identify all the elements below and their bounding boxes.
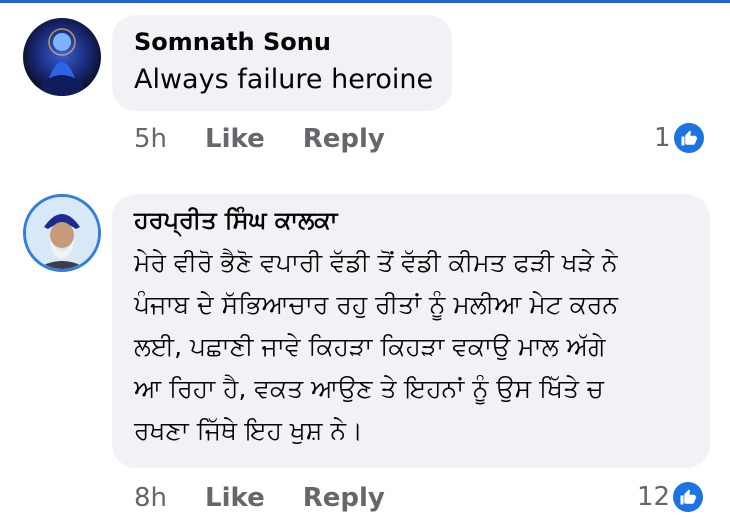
comment-author[interactable]: ਹਰਪ੍ਰੀਤ ਸਿੰਘ ਕਾਲਕਾ [134,206,338,234]
reply-button[interactable]: Reply [303,483,385,513]
comment-actions: 5h Like Reply [134,124,423,154]
like-icon [673,123,704,153]
comment-text-line: ਰਖਣਾ ਜਿੱਥੇ ਇਹ ਖੁਸ਼ ਨੇ। [134,416,363,445]
comment-text-line: ਪੰਜਾਬ ਦੇ ਸੱਭਿਆਚਾਰ ਰਹੁ ਰੀਤਾਂ ਨੂੰ ਮਲੀਆ ਮੇਟ… [134,290,618,319]
like-button[interactable]: Like [205,483,265,513]
comment-text-line: ਲਈ, ਪਛਾਣੀ ਜਾਵੇ ਕਿਹੜਾ ਕਿਹੜਾ ਵਕਾਉ ਮਾਲ ਅੱਗੇ [134,332,606,361]
comment-actions: 8h Like Reply [134,483,423,513]
reaction-count: 12 [637,482,671,512]
avatar[interactable] [23,194,101,272]
avatar-image [23,18,101,96]
avatar[interactable] [23,18,101,96]
comment-text: Always failure heroine [134,64,434,95]
comment-text-line: ਮੇਰੇ ਵੀਰੋ ਭੈਣੋ ਵਪਾਰੀ ਵੱਡੀ ਤੋਂ ਵੱਡੀ ਕੀਮਤ … [134,248,618,277]
like-icon [673,482,704,512]
reaction-summary[interactable]: 12 [637,482,704,512]
avatar-image [26,197,98,269]
comment-text-line: ਆ ਰਿਹਾ ਹੈ, ਵਕਤ ਆਉਣ ਤੇ ਇਹਨਾਂ ਨੂੰ ਉਸ ਖਿੱਤੇ… [134,374,604,403]
comment-timestamp[interactable]: 8h [134,483,167,513]
comment-author[interactable]: Somnath Sonu [134,28,331,56]
comment-timestamp[interactable]: 5h [134,124,167,154]
reaction-count: 1 [654,123,671,153]
top-divider [0,0,730,3]
reaction-summary[interactable]: 1 [654,123,704,153]
reply-button[interactable]: Reply [303,124,385,154]
like-button[interactable]: Like [205,124,265,154]
